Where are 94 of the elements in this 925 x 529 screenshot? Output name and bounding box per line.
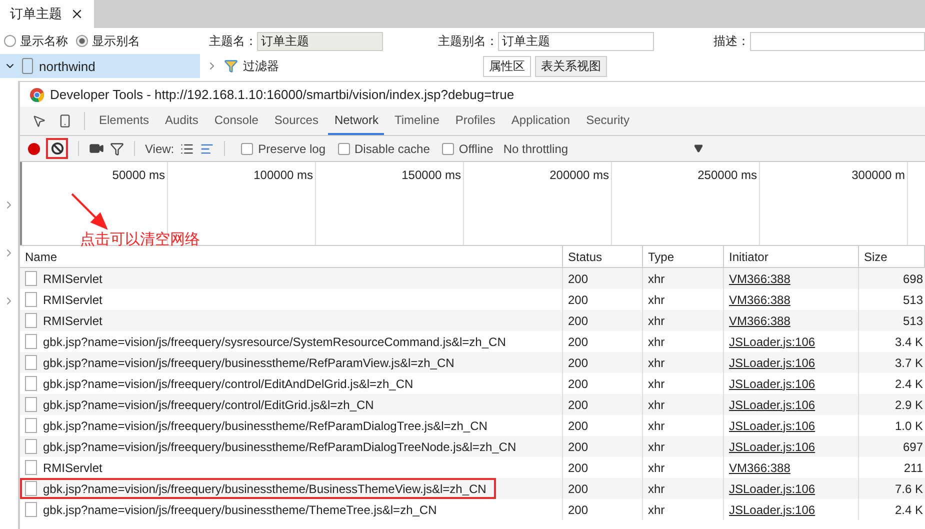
table-cell: 200 bbox=[563, 436, 643, 457]
tree-label: northwind bbox=[39, 58, 96, 74]
table-cell: 200 bbox=[563, 478, 643, 499]
waterfall-view-icon[interactable] bbox=[200, 142, 214, 156]
filter-icon[interactable] bbox=[110, 142, 124, 156]
filter-label[interactable]: 过滤器 bbox=[243, 58, 279, 74]
devtools-tab[interactable]: Security bbox=[580, 107, 636, 135]
name-cell[interactable]: gbk.jsp?name=vision/js/freequery/businesstheme/BusinessThemeView.js&l=zh_CN bbox=[20, 478, 496, 499]
clear-icon bbox=[50, 142, 64, 155]
column-header[interactable]: Size bbox=[859, 246, 925, 268]
clear-button[interactable] bbox=[46, 138, 68, 159]
funnel-icon bbox=[224, 59, 238, 73]
column-header[interactable]: Type bbox=[643, 246, 724, 268]
dropdown-arrow-icon[interactable] bbox=[694, 144, 704, 153]
page-tab[interactable]: 订单主题 bbox=[0, 0, 94, 28]
list-view-icon[interactable] bbox=[180, 142, 194, 156]
devtools-tab[interactable]: Console bbox=[208, 107, 264, 135]
initiator-link[interactable]: JSLoader.js:106 bbox=[724, 394, 859, 415]
table-cell: 3.7 K bbox=[859, 352, 925, 373]
tick-label: 300000 m bbox=[852, 168, 905, 182]
radio-button[interactable] bbox=[4, 35, 16, 47]
table-cell: 200 bbox=[563, 268, 643, 289]
annotation-text: 点击可以清空网络 bbox=[80, 230, 200, 249]
devtools-tab[interactable]: Sources bbox=[268, 107, 324, 135]
checkbox-label: Disable cache bbox=[354, 142, 430, 156]
radio-label: 显示名称 bbox=[20, 32, 68, 50]
devtools-tab[interactable]: Application bbox=[505, 107, 576, 135]
devtools-tab[interactable]: Audits bbox=[159, 107, 204, 135]
initiator-link[interactable]: JSLoader.js:106 bbox=[724, 436, 859, 457]
panel-tab[interactable]: 属性区 bbox=[483, 56, 531, 76]
table-cell: 200 bbox=[563, 352, 643, 373]
throttling-dropdown[interactable]: No throttling bbox=[503, 142, 568, 156]
browser-icon bbox=[30, 88, 44, 102]
close-icon[interactable] bbox=[70, 7, 84, 21]
initiator-link[interactable]: JSLoader.js:106 bbox=[724, 478, 859, 499]
column-header[interactable]: Status bbox=[563, 246, 643, 268]
table-cell: xhr bbox=[643, 436, 724, 457]
checkbox-label: Preserve log bbox=[258, 142, 326, 156]
tick-label: 150000 ms bbox=[402, 168, 461, 182]
file-icon bbox=[25, 481, 37, 496]
file-icon bbox=[25, 397, 37, 412]
table-cell: 697 bbox=[859, 436, 925, 457]
file-icon bbox=[25, 460, 37, 475]
field-label: 主题别名： bbox=[438, 32, 498, 50]
checkbox-label: Offline bbox=[458, 142, 494, 156]
tick-label: 200000 ms bbox=[550, 168, 609, 182]
tree-item[interactable]: northwind bbox=[0, 54, 200, 78]
radio-label: 显示别名 bbox=[92, 32, 140, 50]
window-title: Developer Tools - http://192.168.1.10:16000/smartbi/vision/index.jsp?debug=true bbox=[50, 87, 514, 102]
table-cell: 200 bbox=[563, 310, 643, 331]
field-label: 主题名： bbox=[208, 32, 257, 50]
table-cell: 200 bbox=[563, 394, 643, 415]
checkbox[interactable] bbox=[442, 142, 454, 154]
tick-label: 50000 ms bbox=[112, 168, 165, 182]
file-icon bbox=[25, 292, 37, 307]
input-field[interactable] bbox=[750, 32, 925, 50]
table-cell: 7.6 K bbox=[859, 478, 925, 499]
tick-label: 250000 ms bbox=[698, 168, 757, 182]
file-icon bbox=[25, 334, 37, 349]
camera-icon[interactable] bbox=[89, 141, 104, 156]
table-cell: xhr bbox=[643, 352, 724, 373]
table-cell: 2.9 K bbox=[859, 394, 925, 415]
checkbox[interactable] bbox=[241, 142, 254, 154]
table-cell: xhr bbox=[643, 478, 724, 499]
table-cell: 698 bbox=[859, 268, 925, 289]
radio-button[interactable] bbox=[76, 35, 88, 47]
devtools-tab[interactable]: Timeline bbox=[388, 107, 446, 135]
table-cell: 513 bbox=[859, 310, 925, 331]
tick-label: 100000 ms bbox=[254, 168, 313, 182]
input-field[interactable]: 订单主题 bbox=[498, 32, 654, 50]
arrow-icon bbox=[70, 192, 110, 230]
file-icon bbox=[25, 271, 37, 286]
initiator-link[interactable]: VM366:388 bbox=[724, 310, 859, 331]
table-cell: xhr bbox=[643, 268, 724, 289]
checkbox[interactable] bbox=[338, 142, 350, 154]
record-button[interactable] bbox=[28, 142, 40, 154]
column-header[interactable]: Name bbox=[20, 246, 563, 268]
file-icon bbox=[25, 355, 37, 370]
database-icon bbox=[22, 58, 33, 74]
initiator-link[interactable]: VM366:388 bbox=[724, 268, 859, 289]
file-icon bbox=[25, 418, 37, 433]
panel-tab[interactable]: 表关系视图 bbox=[535, 56, 607, 76]
file-icon bbox=[25, 439, 37, 454]
devtools-tab[interactable]: Profiles bbox=[449, 107, 502, 135]
column-header[interactable]: Initiator bbox=[724, 246, 859, 268]
initiator-link[interactable]: JSLoader.js:106 bbox=[724, 352, 859, 373]
view-label: View: bbox=[145, 142, 174, 156]
table-cell: xhr bbox=[643, 310, 724, 331]
file-icon bbox=[25, 502, 37, 517]
file-icon bbox=[25, 376, 37, 391]
table-cell: xhr bbox=[643, 394, 724, 415]
file-icon bbox=[25, 313, 37, 328]
devtools-tab[interactable]: Elements bbox=[93, 107, 156, 135]
field-label: 描述： bbox=[714, 32, 750, 50]
